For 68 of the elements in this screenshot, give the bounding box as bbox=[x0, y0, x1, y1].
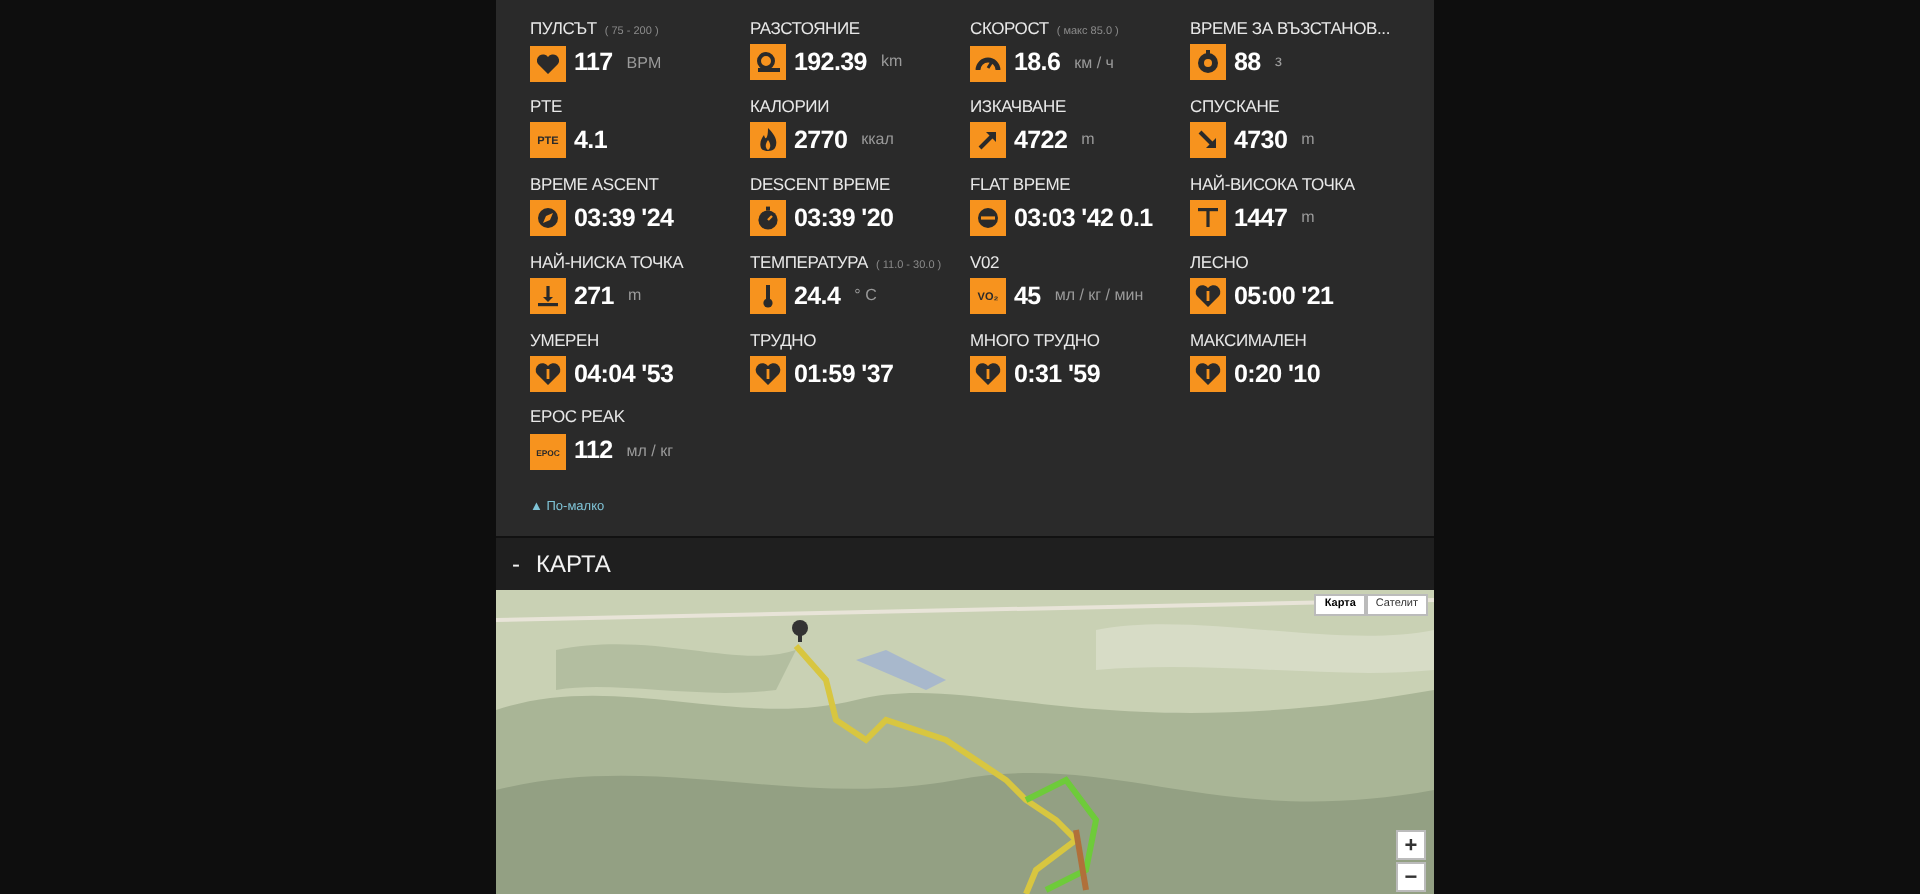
stat-value: 03:39 '20 bbox=[794, 201, 894, 236]
stat-label: ИЗКАЧВАНЕ bbox=[970, 96, 1066, 118]
stat-label: КАЛОРИИ bbox=[750, 96, 829, 118]
stat-unit: з bbox=[1274, 50, 1282, 75]
stat-unit: км / ч bbox=[1074, 51, 1114, 76]
stat-value: 45 bbox=[1014, 279, 1041, 313]
stat-label: УМЕРЕН bbox=[530, 329, 599, 351]
stat-value: 24.4 bbox=[794, 279, 841, 314]
stat-value: 4.1 bbox=[574, 124, 607, 158]
stat-label: ВРЕМЕ ASCENT bbox=[530, 173, 659, 196]
zoom-out-button[interactable]: − bbox=[1396, 862, 1426, 892]
stat-unit: m bbox=[1301, 128, 1315, 153]
stat-value: 112 bbox=[574, 434, 613, 469]
stat-value: 271 bbox=[574, 279, 614, 313]
stat-unit: km bbox=[880, 50, 903, 75]
stat-label: ВРЕМЕ ЗА ВЪЗСТАНОВ... bbox=[1190, 18, 1390, 40]
stat-value: 05:00 '21 bbox=[1234, 279, 1334, 313]
stat-unit: мл / кг / мин bbox=[1054, 283, 1144, 308]
flame-icon bbox=[750, 122, 786, 159]
stat-label: DESCENT ВРЕМЕ bbox=[750, 173, 890, 196]
stat-value: 18.6 bbox=[1014, 46, 1061, 81]
stat-value: 192.39 bbox=[794, 46, 867, 80]
stat-label: СПУСКАНЕ bbox=[1190, 96, 1280, 118]
stat-value: 0:20 '10 bbox=[1234, 357, 1320, 391]
stat-value: 03:03 '42 0.1 bbox=[1014, 201, 1153, 236]
stat-value: 2770 bbox=[794, 124, 848, 158]
stat-value: 1447 bbox=[1234, 201, 1288, 236]
stat-value: 04:04 '53 bbox=[574, 357, 674, 391]
lowest-point-icon bbox=[530, 277, 566, 314]
thermometer-icon bbox=[750, 278, 786, 315]
stat-label: EPOC PEAK bbox=[530, 406, 625, 429]
compass-icon bbox=[530, 200, 566, 237]
distance-icon bbox=[750, 44, 786, 81]
stat-label: НАЙ-ВИСОКА ТОЧКА bbox=[1190, 173, 1355, 196]
stat-unit: m bbox=[627, 283, 642, 308]
peak-icon bbox=[1190, 200, 1226, 237]
stat-label: ПУЛСЪТ bbox=[530, 18, 597, 40]
stat-unit: BPM bbox=[626, 51, 662, 76]
stat-unit: m bbox=[1301, 206, 1315, 231]
stat-value: 01:59 '37 bbox=[794, 357, 894, 391]
stat-value: 4730 bbox=[1234, 124, 1288, 158]
stat-label: PTE bbox=[530, 96, 562, 118]
stat-label: ТРУДНО bbox=[750, 329, 816, 351]
stat-value: 4722 bbox=[1014, 124, 1068, 158]
stat-unit: m bbox=[1081, 128, 1095, 153]
section-title: КАРТА bbox=[536, 548, 611, 582]
arrow-up-icon bbox=[970, 122, 1006, 159]
stat-value: 88 bbox=[1234, 46, 1261, 80]
stat-label: ЛЕСНО bbox=[1190, 251, 1249, 273]
stopwatch-icon bbox=[750, 200, 786, 237]
collapse-toggle[interactable]: - bbox=[512, 546, 520, 582]
stat-value: 0:31 '59 bbox=[1014, 357, 1100, 391]
stat-label: НАЙ-НИСКА ТОЧКА bbox=[530, 251, 684, 273]
stat-value: 117 bbox=[574, 46, 613, 81]
arrow-down-icon bbox=[1190, 122, 1226, 159]
stat-label: V02 bbox=[970, 251, 1000, 273]
zoom-in-button[interactable]: + bbox=[1396, 830, 1426, 860]
stat-unit: мл / кг bbox=[626, 439, 674, 464]
stat-label: ТЕМПЕРАТУРА bbox=[750, 251, 868, 273]
stat-unit: ° C bbox=[854, 284, 877, 309]
stat-label: МАКСИМАЛЕН bbox=[1190, 329, 1307, 351]
speedometer-icon bbox=[970, 45, 1006, 82]
stat-label: FLAT ВРЕМЕ bbox=[970, 173, 1071, 196]
stat-label: МНОГО ТРУДНО bbox=[970, 329, 1100, 351]
stat-value: 03:39 '24 bbox=[574, 201, 674, 236]
stat-unit: ккал bbox=[861, 128, 894, 153]
stat-label: РАЗСТОЯНИЕ bbox=[750, 18, 860, 40]
stat-label: СКОРОСТ bbox=[970, 18, 1049, 40]
